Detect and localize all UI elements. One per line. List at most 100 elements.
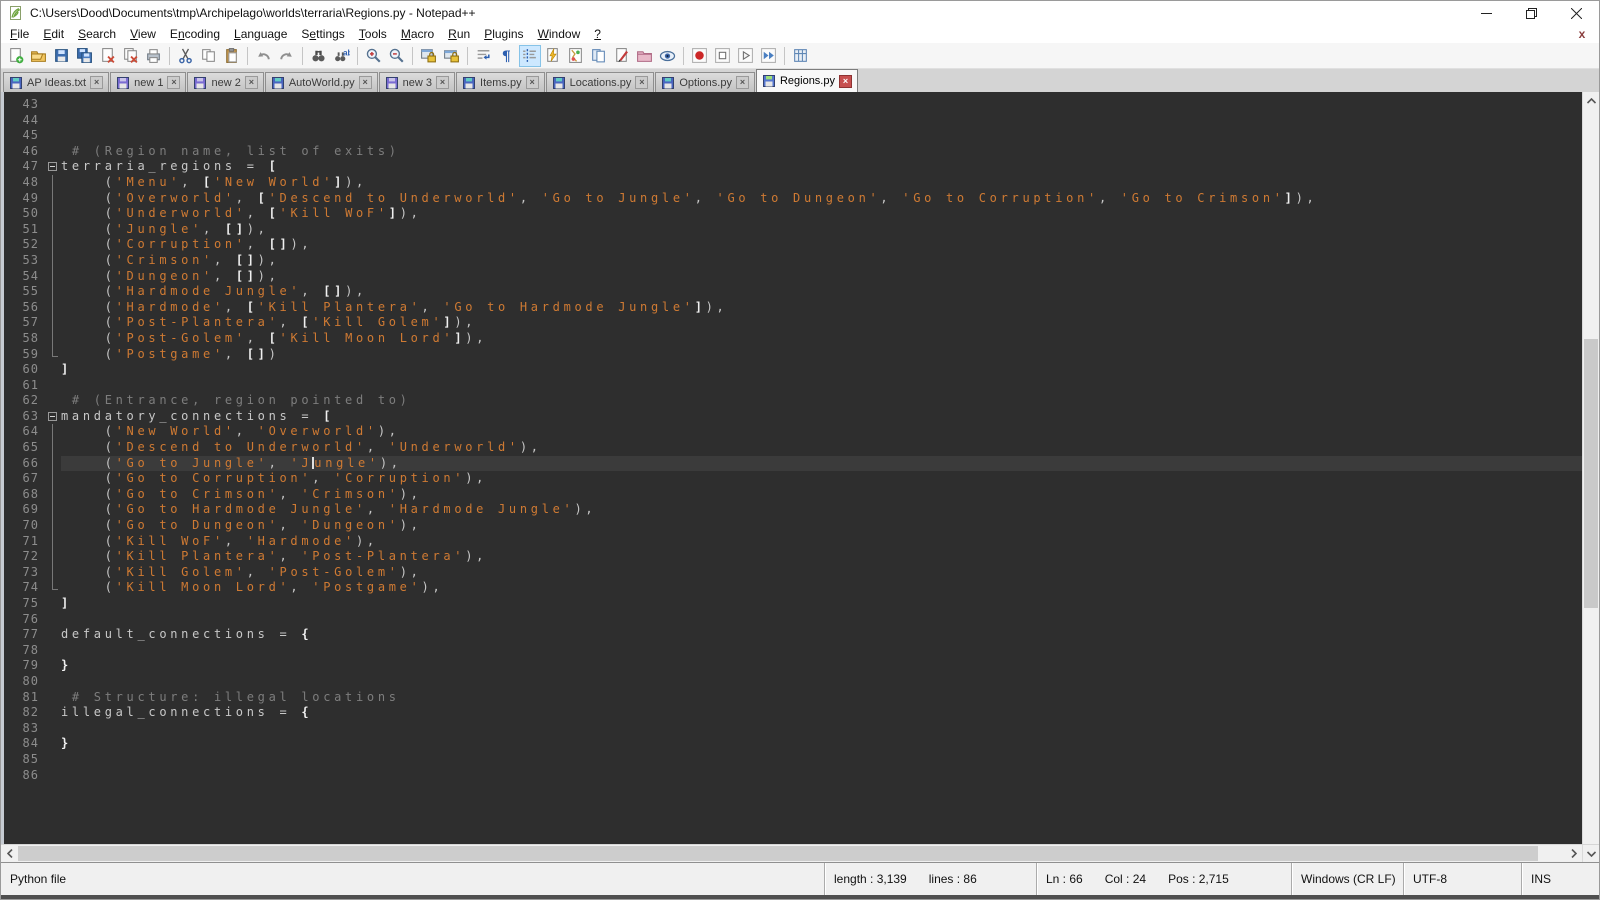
menu-encoding[interactable]: Encoding xyxy=(163,27,227,41)
tab-new-2[interactable]: new 2× xyxy=(187,72,263,92)
line-number[interactable]: 48 xyxy=(4,175,46,191)
horizontal-scrollbar[interactable] xyxy=(1,844,1599,862)
menu-tools[interactable]: Tools xyxy=(352,27,394,41)
line-number[interactable]: 69 xyxy=(4,502,46,518)
open-file-icon[interactable] xyxy=(28,45,50,67)
code-line[interactable]: ('Menu', ['New World']), xyxy=(61,175,1582,191)
copy-icon[interactable] xyxy=(198,45,220,67)
menu-language[interactable]: Language xyxy=(227,27,294,41)
code-line[interactable]: default_connections = { xyxy=(61,627,1582,643)
zoom-in-icon[interactable] xyxy=(363,45,385,67)
line-number[interactable]: 49 xyxy=(4,191,46,207)
horizontal-scroll-thumb[interactable] xyxy=(18,846,1538,861)
find-icon[interactable] xyxy=(308,45,330,67)
line-number[interactable]: 50 xyxy=(4,206,46,222)
code-line[interactable] xyxy=(61,721,1582,737)
cut-icon[interactable] xyxy=(175,45,197,67)
code-line[interactable]: ('Underworld', ['Kill WoF']), xyxy=(61,206,1582,222)
close-window-button[interactable] xyxy=(1554,1,1599,25)
line-number[interactable]: 84 xyxy=(4,736,46,752)
close-all-icon[interactable] xyxy=(120,45,142,67)
code-line[interactable]: ('Go to Corruption', 'Corruption'), xyxy=(61,471,1582,487)
doc-list-icon[interactable] xyxy=(588,45,610,67)
tab-close-icon[interactable]: × xyxy=(736,76,749,89)
tab-close-icon[interactable]: × xyxy=(635,76,648,89)
line-number[interactable]: 54 xyxy=(4,269,46,285)
code-line[interactable]: ('Kill Plantera', 'Post-Plantera'), xyxy=(61,549,1582,565)
code-line[interactable]: ('Overworld', ['Descend to Underworld', … xyxy=(61,191,1582,207)
menu-run[interactable]: Run xyxy=(441,27,477,41)
tab-new-3[interactable]: new 3× xyxy=(379,72,455,92)
menu-help[interactable]: ? xyxy=(587,27,608,41)
code-line[interactable] xyxy=(61,113,1582,129)
tab-close-icon[interactable]: × xyxy=(245,76,258,89)
code-line[interactable]: ('Descend to Underworld', 'Underworld'), xyxy=(61,440,1582,456)
redo-icon[interactable] xyxy=(276,45,298,67)
menu-view[interactable]: View xyxy=(123,27,163,41)
code-line[interactable]: ] xyxy=(61,596,1582,612)
macro-stop-icon[interactable] xyxy=(712,45,734,67)
code-line[interactable] xyxy=(61,768,1582,784)
code-line[interactable]: terraria_regions = [ xyxy=(61,159,1582,175)
macro-record-icon[interactable] xyxy=(689,45,711,67)
menu-file[interactable]: File xyxy=(3,27,36,41)
code-line[interactable]: ('Hardmode', ['Kill Plantera', 'Go to Ha… xyxy=(61,300,1582,316)
folder-as-workspace-icon[interactable] xyxy=(634,45,656,67)
line-number[interactable]: 57 xyxy=(4,315,46,331)
tab-close-icon[interactable]: × xyxy=(359,76,372,89)
line-number[interactable]: 77 xyxy=(4,627,46,643)
tab-autoworld-py[interactable]: AutoWorld.py× xyxy=(265,72,378,92)
code-line[interactable]: ('Crimson', []), xyxy=(61,253,1582,269)
line-number[interactable]: 70 xyxy=(4,518,46,534)
restore-button[interactable] xyxy=(1509,1,1554,25)
sync-horizontal-icon[interactable] xyxy=(441,45,463,67)
code-line[interactable]: } xyxy=(61,736,1582,752)
line-number[interactable]: 74 xyxy=(4,580,46,596)
code-line[interactable]: # (Entrance, region pointed to) xyxy=(61,393,1582,409)
line-number[interactable]: 81 xyxy=(4,690,46,706)
line-number[interactable]: 59 xyxy=(4,347,46,363)
code-line[interactable]: ] xyxy=(61,362,1582,378)
menu-plugins[interactable]: Plugins xyxy=(477,27,530,41)
tab-close-icon[interactable]: × xyxy=(436,76,449,89)
new-file-icon[interactable] xyxy=(5,45,27,67)
line-number[interactable]: 61 xyxy=(4,378,46,394)
line-number[interactable]: 58 xyxy=(4,331,46,347)
function-list-icon[interactable] xyxy=(611,45,633,67)
code-line[interactable]: ('Go to Dungeon', 'Dungeon'), xyxy=(61,518,1582,534)
shortcut-mapper-icon[interactable] xyxy=(542,45,564,67)
line-number[interactable]: 66 xyxy=(4,456,46,472)
line-number[interactable]: 56 xyxy=(4,300,46,316)
scroll-up-icon[interactable] xyxy=(1583,92,1599,109)
code-line[interactable] xyxy=(61,378,1582,394)
code-line[interactable]: ('Jungle', []), xyxy=(61,222,1582,238)
horizontal-scroll-track[interactable] xyxy=(18,845,1565,862)
menu-window[interactable]: Window xyxy=(531,27,588,41)
save-file-icon[interactable] xyxy=(51,45,73,67)
close-document-icon[interactable]: x xyxy=(1571,27,1593,41)
line-number[interactable]: 73 xyxy=(4,565,46,581)
tab-new-1[interactable]: new 1× xyxy=(110,72,186,92)
menu-macro[interactable]: Macro xyxy=(394,27,441,41)
line-number[interactable]: 80 xyxy=(4,674,46,690)
doc-map-icon[interactable] xyxy=(565,45,587,67)
tab-close-icon[interactable]: × xyxy=(90,76,103,89)
code-line[interactable]: ('Kill Golem', 'Post-Golem'), xyxy=(61,565,1582,581)
code-line[interactable]: ('Go to Crimson', 'Crimson'), xyxy=(61,487,1582,503)
code-line[interactable] xyxy=(61,612,1582,628)
line-number[interactable]: 64 xyxy=(4,424,46,440)
code-line[interactable] xyxy=(61,97,1582,113)
code-line[interactable]: # Structure: illegal locations xyxy=(61,690,1582,706)
line-number[interactable]: 43 xyxy=(4,97,46,113)
show-all-characters-icon[interactable]: ¶ xyxy=(496,45,518,67)
paste-icon[interactable] xyxy=(221,45,243,67)
status-insert-mode[interactable]: INS xyxy=(1521,863,1599,895)
line-number[interactable]: 67 xyxy=(4,471,46,487)
line-number[interactable]: 76 xyxy=(4,612,46,628)
line-number[interactable]: 47 xyxy=(4,159,46,175)
code-line[interactable]: ('Post-Golem', ['Kill Moon Lord']), xyxy=(61,331,1582,347)
save-all-icon[interactable] xyxy=(74,45,96,67)
zoom-out-icon[interactable] xyxy=(386,45,408,67)
line-number[interactable]: 52 xyxy=(4,237,46,253)
tab-close-icon[interactable]: × xyxy=(167,76,180,89)
